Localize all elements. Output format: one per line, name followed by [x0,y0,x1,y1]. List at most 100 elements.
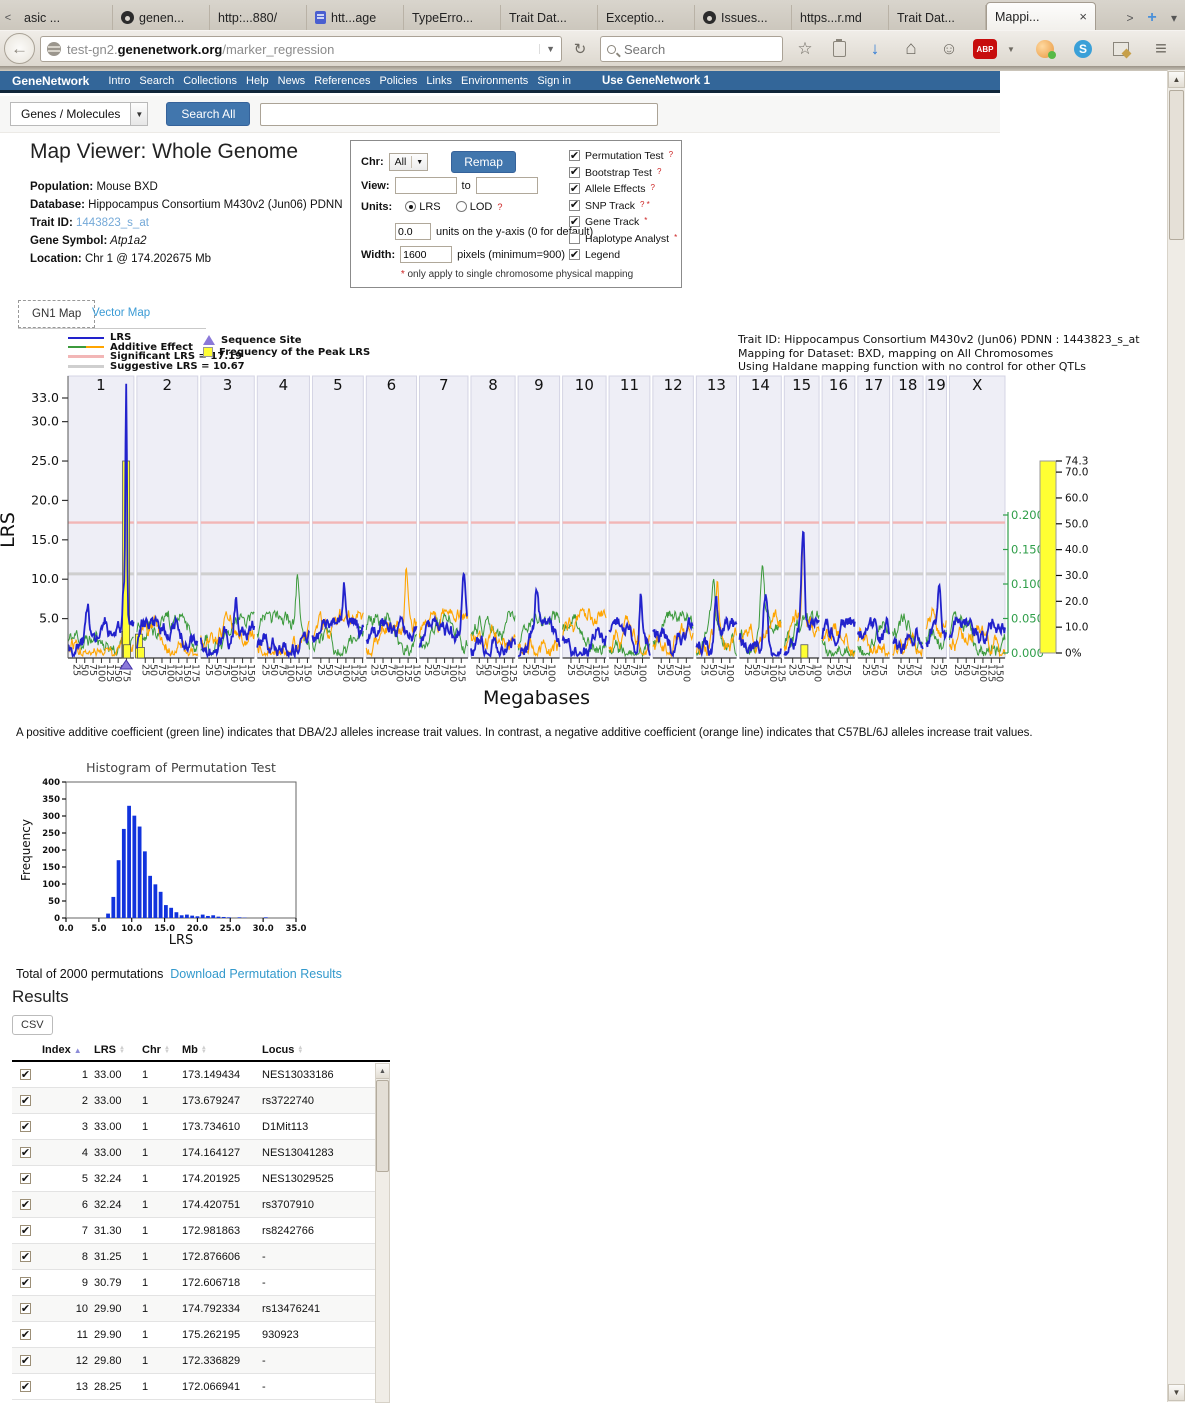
column-header-locus[interactable]: Locus▲▼ [262,1044,360,1056]
nav-item-intro[interactable]: Intro [108,75,130,87]
column-header-lrs[interactable]: LRS▲▼ [94,1044,142,1056]
browser-tab-6[interactable]: Exceptio... [598,5,695,30]
browser-tab-7[interactable]: Issues... [695,5,792,30]
browser-tab-10[interactable]: Mappi...× [986,2,1096,30]
nav-item-sign-in[interactable]: Sign in [537,75,571,87]
nav-item-news[interactable]: News [278,75,306,87]
sort-icon[interactable]: ▲▼ [297,1046,303,1055]
browser-tab-8[interactable]: https...r.md [792,5,889,30]
yaxis-units-input[interactable] [395,223,431,240]
reload-button[interactable]: ↻ [568,36,592,62]
csv-button[interactable]: CSV [12,1015,53,1035]
column-header-chr[interactable]: Chr▲▼ [142,1044,182,1056]
row-checkbox[interactable]: ✔ [20,1095,31,1106]
lod-radio[interactable] [456,201,467,212]
nav-item-environments[interactable]: Environments [461,75,528,87]
adblock-dropdown-icon[interactable]: ▼ [998,36,1024,62]
nav-item-search[interactable]: Search [139,75,174,87]
browser-search-input[interactable] [622,41,752,58]
sort-icon[interactable]: ▲▼ [164,1046,170,1055]
row-checkbox[interactable]: ✔ [20,1355,31,1366]
s-extension-icon[interactable]: S [1070,36,1096,62]
remap-button[interactable]: Remap [451,151,516,173]
genenetwork-brand[interactable]: GeneNetwork [12,74,89,88]
row-checkbox[interactable]: ✔ [20,1199,31,1210]
sort-asc-icon[interactable]: ▲ [74,1046,82,1055]
nav-item-links[interactable]: Links [426,75,452,87]
browser-tab-0[interactable]: asic ... [16,5,113,30]
browser-tab-4[interactable]: TypeErro... [404,5,501,30]
feedback-smiley-icon[interactable]: ☺ [936,36,962,62]
units-help-icon[interactable]: ? [497,202,502,212]
url-dropdown-icon[interactable]: ▼ [539,44,555,54]
menu-hamburger-icon[interactable]: ≡ [1148,36,1174,62]
checkbox[interactable]: ✔ [569,200,580,211]
row-checkbox[interactable]: ✔ [20,1277,31,1288]
use-genenetwork1-link[interactable]: Use GeneNetwork 1 [602,75,710,87]
search-all-button[interactable]: Search All [166,102,250,126]
view-to-input[interactable] [476,177,538,194]
nav-item-policies[interactable]: Policies [379,75,417,87]
search-category-dropdown-icon[interactable]: ▼ [130,102,148,126]
table-scroll-up-icon[interactable]: ▲ [376,1064,389,1079]
checkbox[interactable] [569,233,580,244]
trait-id-link[interactable]: 1443823_s_at [73,217,149,229]
row-checkbox[interactable]: ✔ [20,1173,31,1184]
downloads-icon[interactable]: ↓ [862,36,888,62]
checkbox[interactable]: ✔ [569,167,580,178]
nav-item-references[interactable]: References [314,75,370,87]
tab-scroll-left-icon[interactable]: < [0,6,16,30]
row-checkbox[interactable]: ✔ [20,1147,31,1158]
list-all-tabs-icon[interactable]: ▾ [1163,6,1185,30]
nav-item-collections[interactable]: Collections [183,75,237,87]
notes-edit-icon[interactable] [1108,36,1134,62]
scroll-thumb[interactable] [1169,90,1184,240]
browser-tab-9[interactable]: Trait Dat... [889,5,986,30]
view-from-input[interactable] [395,177,457,194]
checkbox[interactable]: ✔ [569,249,580,260]
row-checkbox[interactable]: ✔ [20,1303,31,1314]
tab-gn1-map[interactable]: GN1 Map [18,300,95,328]
browser-tab-5[interactable]: Trait Dat... [501,5,598,30]
width-input[interactable] [400,246,452,263]
browser-tab-1[interactable]: genen... [113,5,210,30]
adblock-icon[interactable]: ABP [972,36,998,62]
checkbox[interactable]: ✔ [569,183,580,194]
url-bar[interactable]: test-gn2.genenetwork.org/marker_regressi… [40,36,562,62]
row-checkbox[interactable]: ✔ [20,1069,31,1080]
extension-ball-icon[interactable] [1032,36,1058,62]
bookmark-star-icon[interactable]: ☆ [792,36,818,62]
lrs-radio[interactable] [405,201,416,212]
sort-icon[interactable]: ▲▼ [201,1046,207,1055]
table-scroll-thumb[interactable] [376,1080,389,1172]
tab-close-icon[interactable]: × [1079,9,1087,24]
new-tab-button[interactable]: + [1141,6,1163,30]
column-header-index[interactable]: Index▲ [42,1044,94,1056]
bookmarks-menu-icon[interactable] [826,36,852,62]
sort-icon[interactable]: ▲▼ [119,1046,125,1055]
browser-tab-3[interactable]: htt...age [307,5,404,30]
chromosome-select[interactable]: All▼ [389,153,429,171]
row-checkbox[interactable]: ✔ [20,1225,31,1236]
scroll-up-icon[interactable]: ▲ [1168,71,1185,88]
row-checkbox[interactable]: ✔ [20,1251,31,1262]
site-search-input[interactable] [260,103,658,126]
row-checkbox[interactable]: ✔ [20,1329,31,1340]
browser-search-box[interactable] [600,36,783,62]
download-permutation-link[interactable]: Download Permutation Results [170,967,342,981]
checkbox[interactable]: ✔ [569,216,580,227]
search-category-select[interactable]: Genes / Molecules [10,102,131,126]
tab-vector-map[interactable]: Vector Map [92,307,150,319]
table-scrollbar[interactable]: ▲ [375,1063,390,1403]
checkbox[interactable]: ✔ [569,150,580,161]
scroll-down-icon[interactable]: ▼ [1168,1384,1185,1401]
row-checkbox[interactable]: ✔ [20,1381,31,1392]
home-icon[interactable]: ⌂ [898,36,924,62]
tab-scroll-right-icon[interactable]: > [1119,6,1141,30]
row-checkbox[interactable]: ✔ [20,1121,31,1132]
back-button[interactable]: ← [4,33,35,64]
browser-tab-2[interactable]: http:...880/ [210,5,307,30]
column-header-mb[interactable]: Mb▲▼ [182,1044,262,1056]
nav-item-help[interactable]: Help [246,75,269,87]
page-scrollbar[interactable]: ▲ ▼ [1167,70,1185,1402]
